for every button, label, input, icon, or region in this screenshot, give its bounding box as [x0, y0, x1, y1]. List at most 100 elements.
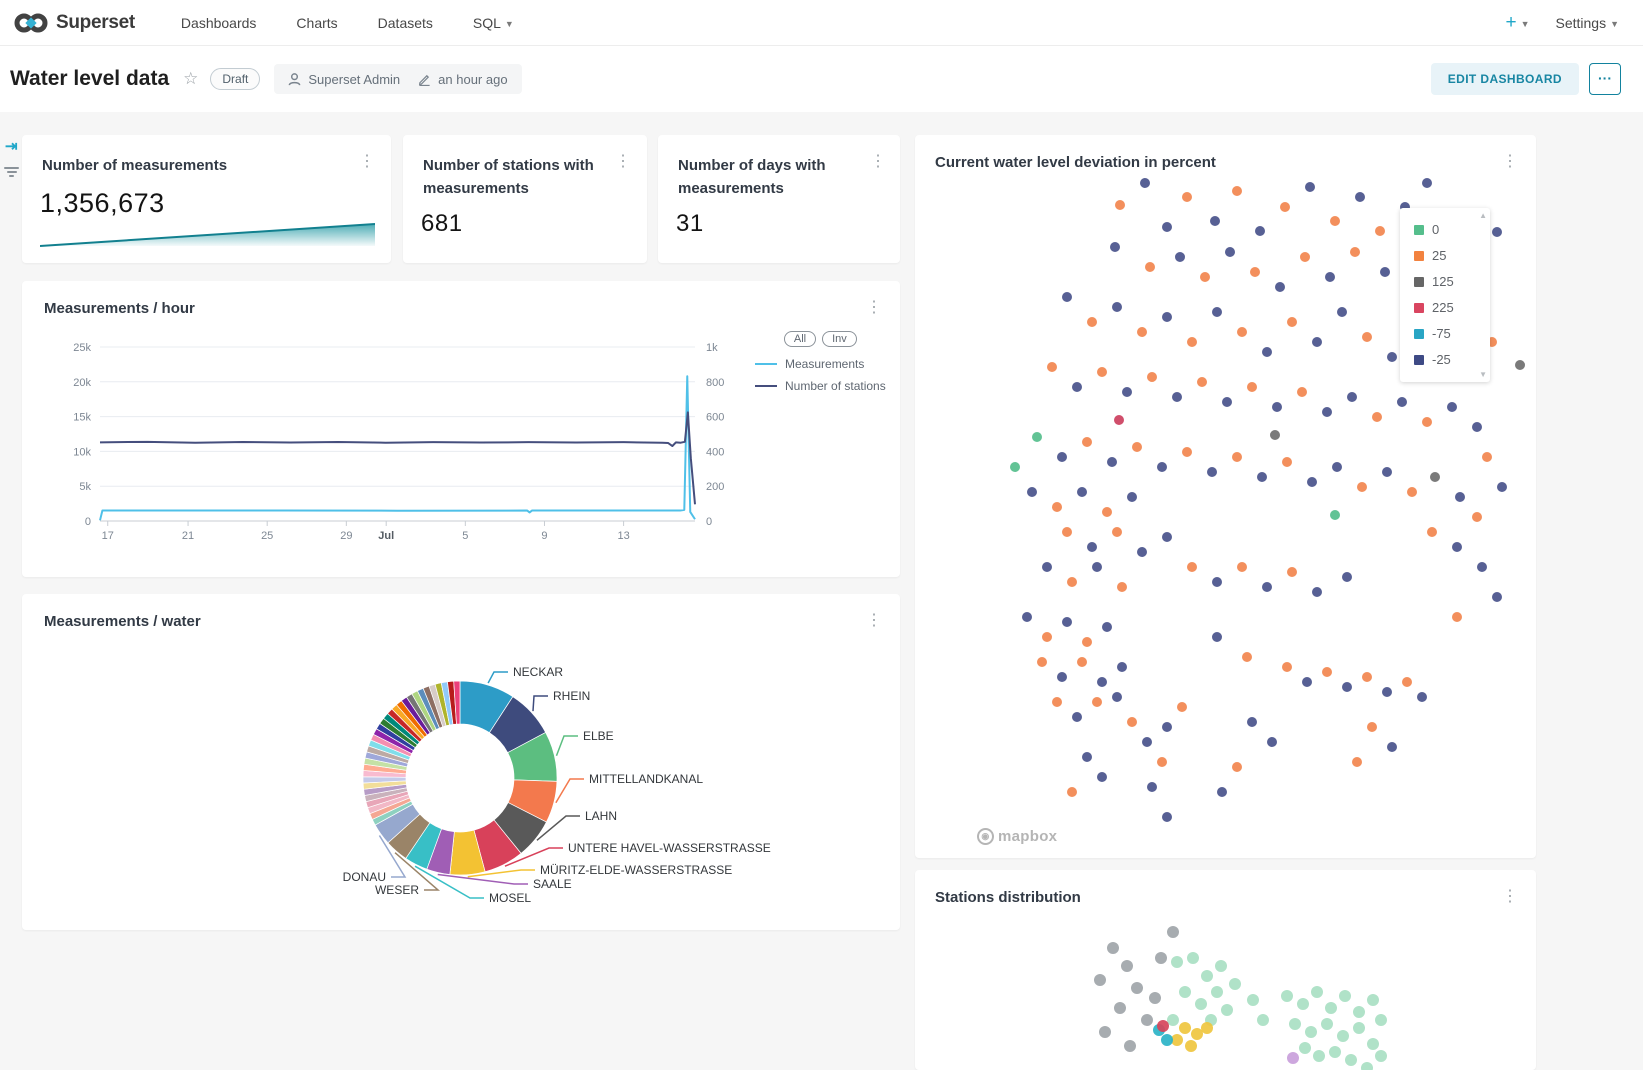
donut-label: DONAU [343, 870, 386, 884]
map-point [1162, 312, 1172, 322]
map-legend-item[interactable]: -25 [1414, 352, 1484, 367]
map-point [1297, 387, 1307, 397]
more-options-button[interactable]: ··· [1589, 63, 1621, 95]
map-point [1275, 282, 1285, 292]
line-chart: 25k1k20k80015k60010k4005k2000017212529Ju… [22, 281, 900, 577]
map-point [1455, 492, 1465, 502]
map-point [1322, 407, 1332, 417]
legend-scroll-up-icon[interactable]: ▲ [1479, 211, 1487, 220]
svg-text:15k: 15k [73, 412, 91, 424]
map-point [1145, 262, 1155, 272]
map-point [1137, 327, 1147, 337]
new-item-button[interactable]: +▼ [1505, 12, 1529, 34]
map-point [1099, 1026, 1111, 1038]
svg-text:17: 17 [102, 530, 114, 542]
edit-dashboard-button[interactable]: EDIT DASHBOARD [1431, 63, 1579, 95]
map-point [1187, 562, 1197, 572]
map-point [1082, 637, 1092, 647]
map-legend-item[interactable]: 25 [1414, 248, 1484, 263]
map-point [1221, 1004, 1233, 1016]
map-point [1447, 402, 1457, 412]
kpi-card-measurements: Number of measurements ⋮ 1,356,673 [22, 135, 391, 263]
water-donut-panel: Measurements / water ⋮ NECKARRHEINELBEMI… [22, 594, 900, 930]
nav-item-datasets[interactable]: Datasets [358, 15, 453, 31]
kpi-card-stations: Number of stations with measurements ⋮ 6… [403, 135, 647, 263]
map-point [1307, 477, 1317, 487]
legend-swatch [755, 363, 777, 365]
map-point [1161, 1034, 1173, 1046]
map-point [1102, 507, 1112, 517]
kebab-menu-icon[interactable]: ⋮ [615, 155, 631, 169]
svg-text:400: 400 [706, 446, 724, 458]
map-point [1242, 652, 1252, 662]
map-legend-item[interactable]: -75 [1414, 326, 1484, 341]
map-point [1281, 990, 1293, 1002]
map-point [1097, 367, 1107, 377]
settings-menu[interactable]: Settings▼ [1555, 15, 1619, 31]
map-point [1300, 252, 1310, 262]
expand-filter-bar-icon[interactable]: ⇥ [5, 137, 18, 155]
nav-item-dashboards[interactable]: Dashboards [161, 15, 277, 31]
map-point [1022, 612, 1032, 622]
map-point [1172, 392, 1182, 402]
map-point [1382, 467, 1392, 477]
kebab-menu-icon[interactable]: ⋮ [359, 155, 375, 169]
map-point [1282, 662, 1292, 672]
donut-label: NECKAR [513, 665, 563, 679]
map-point [1132, 442, 1142, 452]
map-point [1232, 452, 1242, 462]
donut-label: UNTERE HAVEL-WASSERSTRASSE [568, 841, 771, 855]
map-point [1247, 994, 1259, 1006]
map-point [1097, 772, 1107, 782]
user-icon [288, 73, 301, 86]
donut-label: MOSEL [489, 891, 531, 905]
filter-icon[interactable] [4, 165, 19, 179]
map-point [1067, 787, 1077, 797]
map-point [1127, 717, 1137, 727]
map-point [1361, 1062, 1373, 1070]
favorite-star-icon[interactable]: ☆ [183, 69, 198, 89]
superset-logo[interactable]: Superset [0, 12, 161, 34]
map-point [1052, 502, 1062, 512]
map-legend-item[interactable]: 0 [1414, 222, 1484, 237]
kebab-menu-icon[interactable]: ⋮ [870, 155, 886, 169]
nav-item-sql[interactable]: SQL▼ [453, 15, 534, 31]
map-point [1313, 1050, 1325, 1062]
chevron-down-icon: ▼ [505, 19, 514, 29]
legend-pill-all[interactable]: All [784, 331, 816, 347]
map-point [1112, 302, 1122, 312]
svg-text:29: 29 [340, 530, 352, 542]
map-point [1157, 1020, 1169, 1032]
map-point [1367, 1038, 1379, 1050]
map-point [1430, 472, 1440, 482]
donut-label: RHEIN [553, 689, 590, 703]
map-point [1322, 667, 1332, 677]
map-point [1262, 582, 1272, 592]
map-point [1477, 562, 1487, 572]
stations-map-panel: Stations distribution ⋮ [915, 870, 1536, 1070]
nav-item-charts[interactable]: Charts [276, 15, 357, 31]
map-point [1201, 1022, 1213, 1034]
map-point [1492, 592, 1502, 602]
map-point [1187, 337, 1197, 347]
legend-pill-inv[interactable]: Inv [822, 331, 857, 347]
map-legend-item[interactable]: 125 [1414, 274, 1484, 289]
legend-entry[interactable]: Number of stations [755, 379, 886, 393]
map-point [1162, 222, 1172, 232]
legend-scroll-down-icon[interactable]: ▼ [1479, 370, 1487, 379]
donut-label: WESER [375, 883, 419, 897]
map-point [1232, 186, 1242, 196]
owner-name: Superset Admin [308, 72, 400, 87]
draft-status-badge: Draft [210, 68, 260, 90]
map-point [1147, 782, 1157, 792]
map-point [1382, 687, 1392, 697]
map-point [1267, 737, 1277, 747]
svg-text:5: 5 [462, 530, 468, 542]
pencil-icon [418, 73, 431, 86]
scatter-map[interactable] [915, 870, 1536, 1070]
map-point [1250, 267, 1260, 277]
map-point [1357, 482, 1367, 492]
legend-entry[interactable]: Measurements [755, 357, 886, 371]
map-point [1375, 1014, 1387, 1026]
map-legend-item[interactable]: 225 [1414, 300, 1484, 315]
